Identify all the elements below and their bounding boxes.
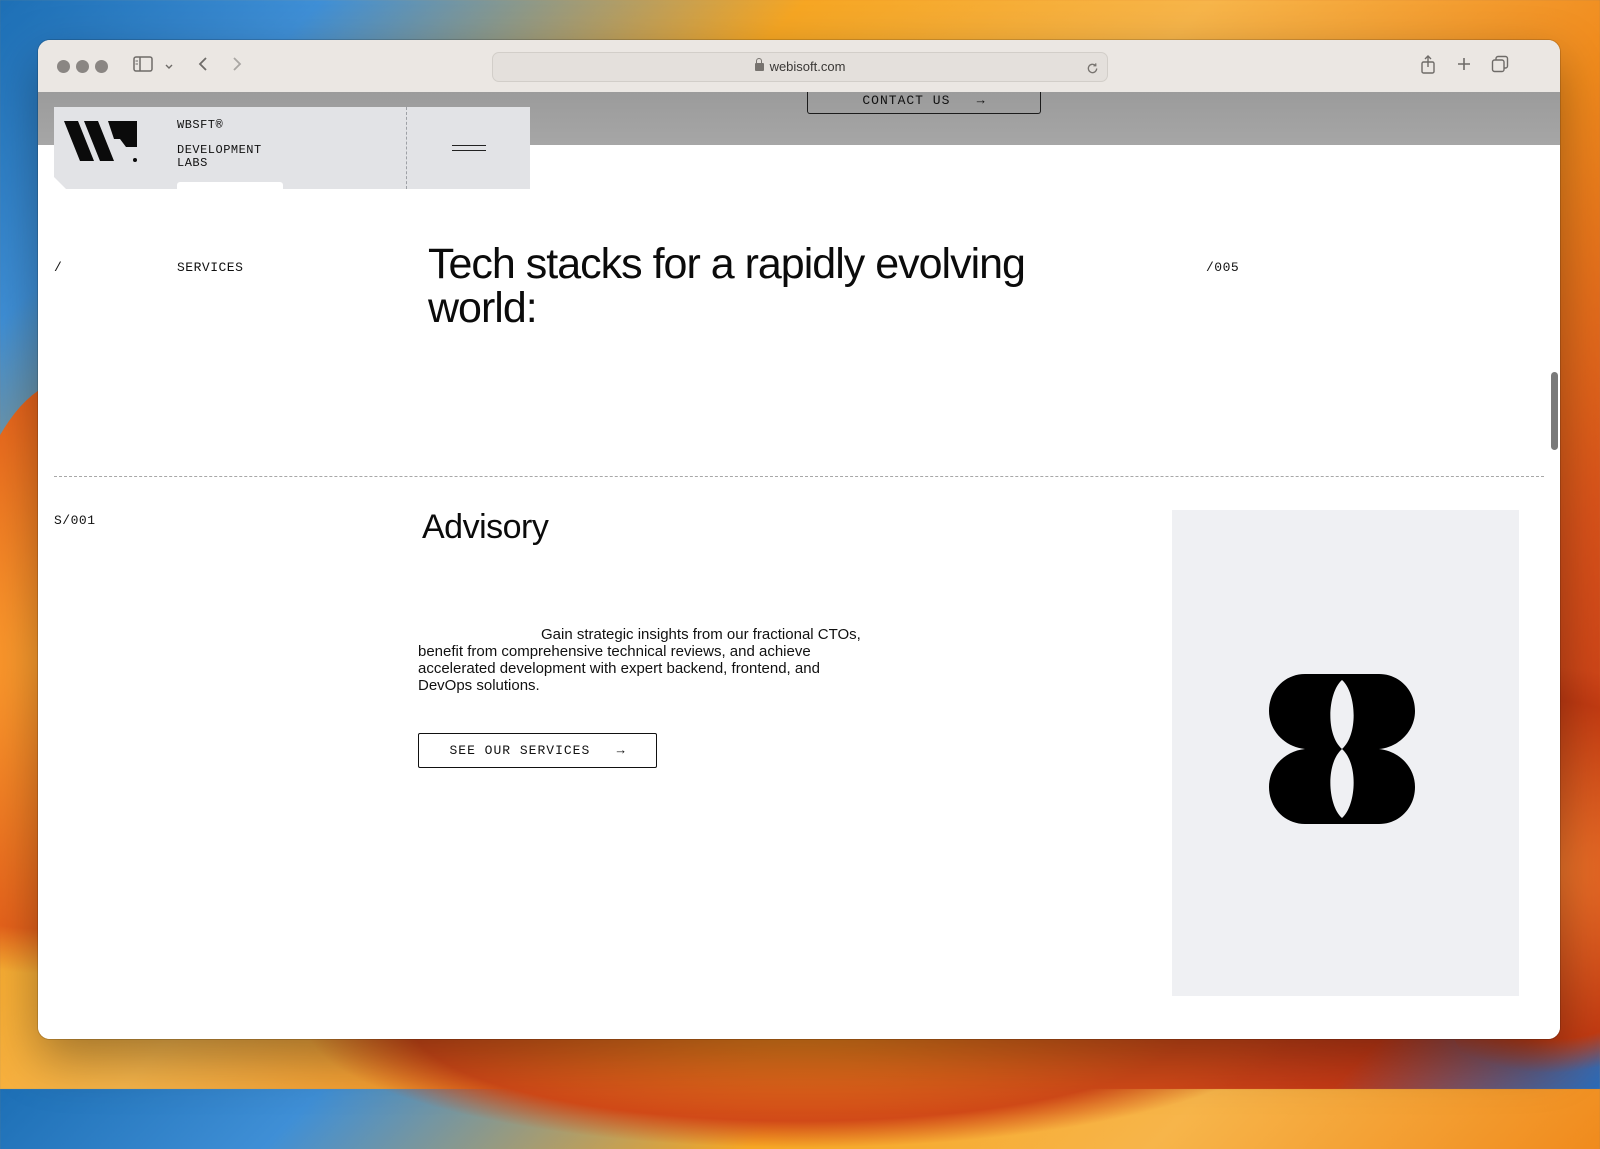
service-description: Gain strategic insights from our fractio…	[418, 626, 861, 694]
arrow-right-icon: →	[976, 93, 986, 108]
site-header: WBSFT® DEVELOPMENT LABS	[54, 107, 530, 190]
back-arrow-icon[interactable]	[193, 55, 213, 77]
arrow-right-icon: →	[616, 743, 626, 758]
browser-toolbar: webisoft.com	[38, 40, 1560, 93]
page-scrollbar[interactable]	[1551, 372, 1558, 450]
service-code: S/001	[54, 513, 96, 528]
url-text: webisoft.com	[769, 59, 846, 74]
forward-arrow-icon[interactable]	[227, 55, 247, 77]
section-label: SERVICES	[177, 260, 244, 275]
advisory-symbol-icon	[1269, 674, 1415, 824]
webisoft-logo[interactable]	[64, 117, 140, 163]
see-our-services-label: SEE OUR SERVICES	[449, 743, 591, 758]
tab-overview-icon[interactable]	[1490, 55, 1510, 77]
section-slash: /	[54, 260, 63, 275]
service-illustration-panel	[1172, 510, 1519, 996]
section-headline: Tech stacks for a rapidly evolving world…	[428, 240, 1026, 332]
close-window-button[interactable]	[57, 60, 70, 73]
sidebar-toggle-icon[interactable]	[132, 55, 154, 77]
brand-name: WBSFT®	[177, 118, 224, 132]
new-tab-icon[interactable]	[1454, 55, 1474, 77]
share-icon[interactable]	[1418, 55, 1438, 77]
section-divider	[54, 476, 1544, 477]
address-bar[interactable]: webisoft.com	[492, 52, 1108, 82]
page-viewport: CONTACT US → WBSFT® DEVELOPMENT LABS / S…	[38, 92, 1560, 1039]
menu-icon[interactable]	[452, 145, 486, 157]
contact-us-button[interactable]: CONTACT US →	[807, 92, 1041, 114]
service-title: Advisory	[422, 508, 549, 546]
brand-subtitle-line1: DEVELOPMENT	[177, 143, 262, 157]
reload-icon[interactable]	[1086, 53, 1099, 81]
header-divider	[406, 107, 407, 189]
chevron-down-icon[interactable]	[162, 55, 176, 77]
lock-icon	[754, 58, 764, 71]
contact-us-label: CONTACT US	[862, 93, 951, 108]
header-corner	[54, 177, 66, 189]
minimize-window-button[interactable]	[76, 60, 89, 73]
zoom-window-button[interactable]	[95, 60, 108, 73]
brand-subtitle-line2: LABS	[177, 156, 208, 170]
browser-window: webisoft.com CONTACT US → WBSFT® DEVELOP…	[38, 40, 1560, 1039]
section-index: /005	[1206, 260, 1240, 275]
see-our-services-button[interactable]: SEE OUR SERVICES →	[418, 733, 657, 768]
header-tab	[177, 182, 283, 190]
